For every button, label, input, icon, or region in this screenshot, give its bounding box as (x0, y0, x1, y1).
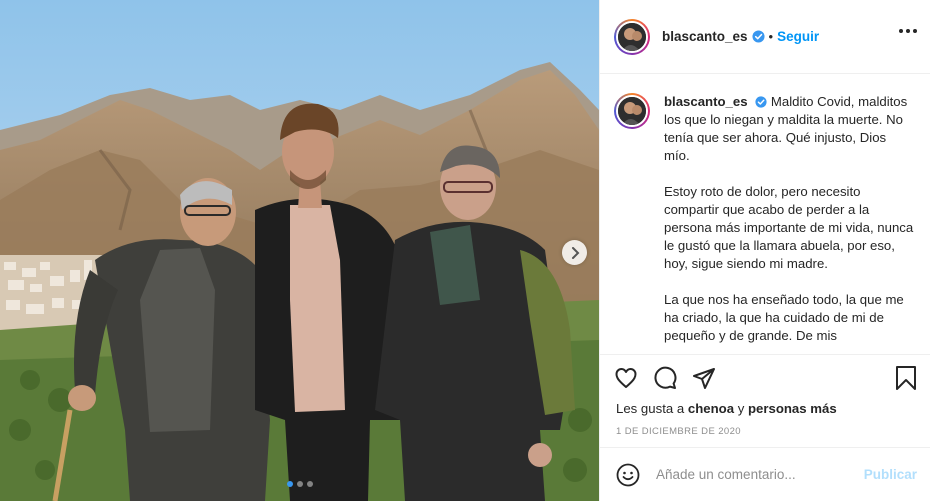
share-icon[interactable] (692, 366, 716, 390)
chevron-right-icon (571, 246, 579, 259)
likes-prefix: Les gusta a (616, 401, 685, 416)
post-photo[interactable] (0, 0, 599, 501)
bookmark-icon[interactable] (895, 366, 917, 390)
carousel-next-button[interactable] (562, 240, 587, 265)
post-side-panel: blascanto_es • Seguir blascanto_es Maldi… (599, 0, 930, 501)
caption-author-avatar[interactable] (614, 93, 650, 129)
likes-others-link[interactable]: personas más (748, 401, 837, 416)
post-image (0, 0, 599, 501)
caption-paragraph: La que nos ha enseñado todo, la que me h… (664, 292, 904, 343)
post-date[interactable]: 1 DE DICIEMBRE DE 2020 (616, 426, 741, 437)
carousel-indicator (0, 481, 599, 487)
emoji-icon[interactable] (616, 463, 640, 487)
author-avatar[interactable] (614, 18, 650, 55)
author-username[interactable]: blascanto_es (662, 29, 748, 44)
likes-joiner: y (737, 401, 745, 416)
verified-badge-icon (755, 96, 767, 108)
post-actions: Les gusta a chenoa y personas más 1 DE D… (600, 354, 930, 446)
header-separator: • (768, 29, 774, 44)
caption-text: blascanto_es Maldito Covid, malditos los… (664, 93, 914, 353)
verified-badge-icon (752, 30, 765, 43)
caption-section: blascanto_es Maldito Covid, malditos los… (600, 75, 930, 353)
more-options-icon[interactable] (899, 29, 917, 33)
comment-input[interactable] (656, 467, 846, 482)
carousel-dot (296, 481, 303, 487)
follow-button[interactable]: Seguir (777, 29, 819, 44)
publish-button[interactable]: Publicar (864, 467, 917, 482)
caption-username[interactable]: blascanto_es (664, 94, 748, 109)
caption-paragraph: blascanto_es Maldito Covid, malditos los… (664, 93, 914, 165)
carousel-dot (286, 481, 293, 487)
avatar-image (618, 22, 646, 51)
caption-paragraph: Estoy roto de dolor, pero necesito compa… (664, 184, 914, 271)
likes-summary: Les gusta a chenoa y personas más (616, 401, 837, 416)
comment-form: Publicar (600, 447, 930, 501)
avatar-image (618, 97, 646, 125)
comment-icon[interactable] (653, 366, 677, 390)
liked-by-user[interactable]: chenoa (688, 401, 734, 416)
carousel-dot (306, 481, 313, 487)
heart-icon[interactable] (614, 366, 638, 390)
post-header: blascanto_es • Seguir (600, 0, 930, 74)
